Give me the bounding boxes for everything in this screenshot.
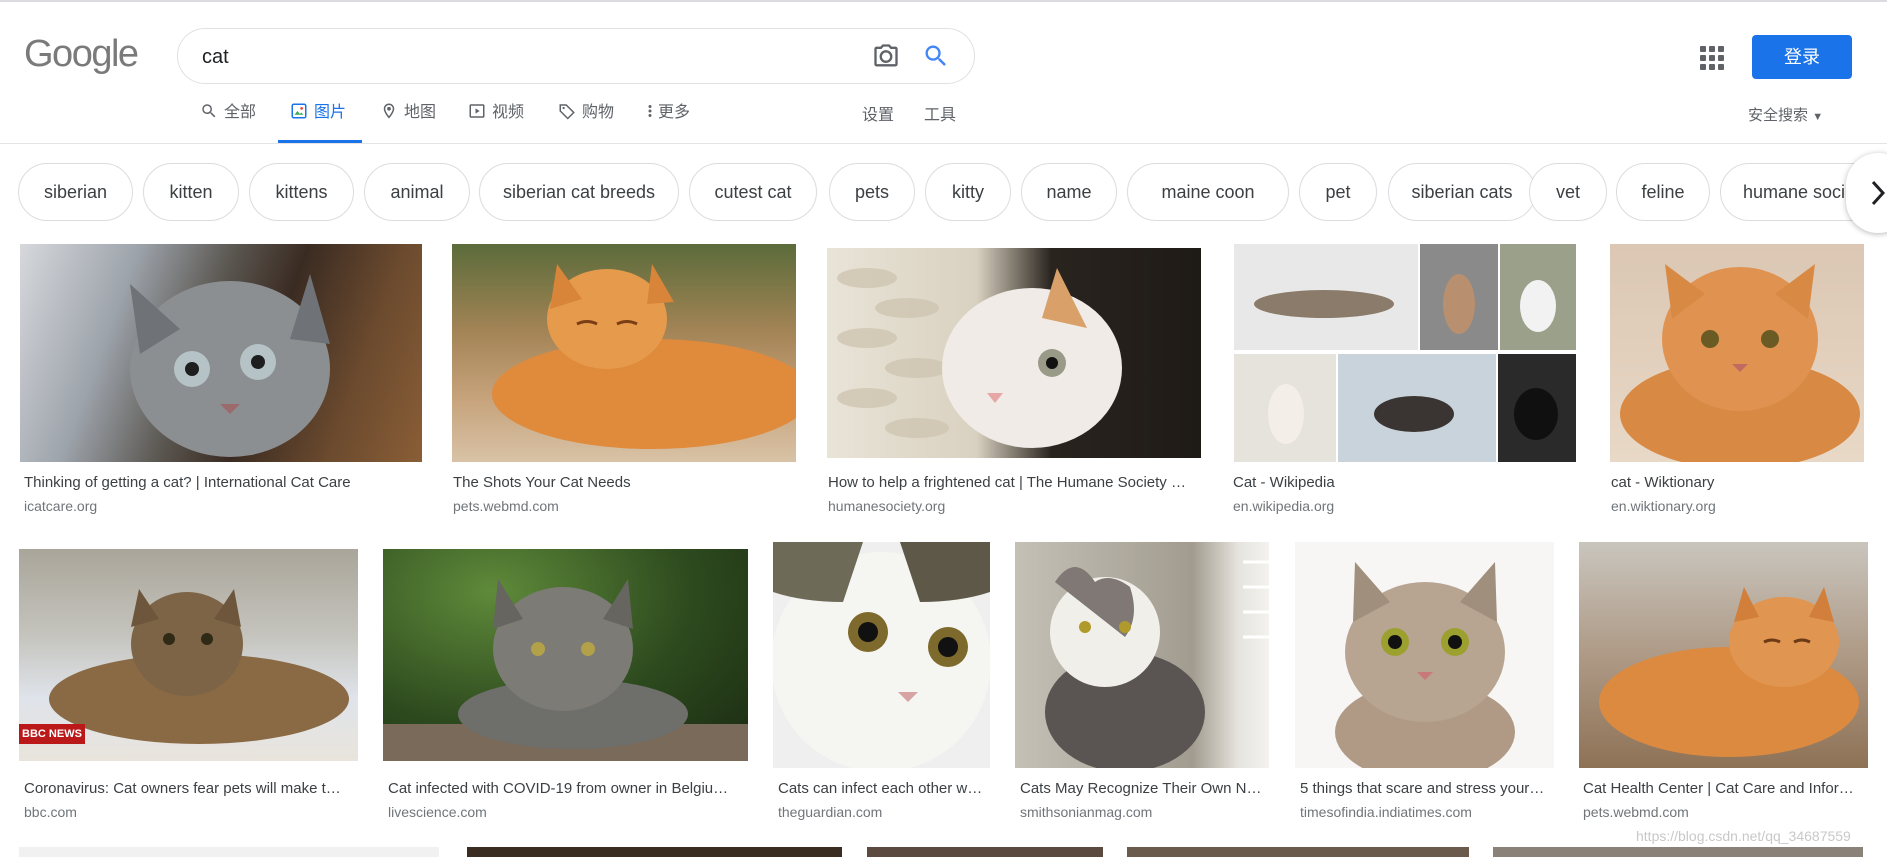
result-thumbnail[interactable] [827,248,1201,458]
result-title[interactable]: Cat Health Center | Cat Care and Infor… [1583,780,1868,797]
cat-image [1620,264,1860,462]
search-input[interactable] [202,43,822,71]
bbc-news-badge: BBC NEWS [19,724,85,744]
result-title[interactable]: Cats May Recognize Their Own N… [1020,780,1270,797]
result-thumbnail[interactable] [773,542,990,768]
tab-maps[interactable]: 地图 [380,101,436,143]
partial-thumbnail[interactable] [1127,847,1469,857]
video-icon [469,104,485,118]
cat-image [492,264,796,449]
result-title[interactable]: How to help a frightened cat | The Human… [828,474,1198,491]
result-source[interactable]: bbc.com [24,804,352,820]
tab-all[interactable]: 全部 [200,101,256,143]
chips-next-button[interactable] [1846,153,1887,233]
result-title[interactable]: Cat - Wikipedia [1233,474,1573,491]
result-thumbnail[interactable] [383,549,748,761]
active-tab-indicator [278,140,363,143]
cat-image [1335,562,1515,768]
result-title[interactable]: Coronavirus: Cat owners fear pets will m… [24,780,352,797]
result-thumbnail[interactable] [1234,244,1576,462]
result-thumbnail[interactable] [452,244,796,462]
more-vert-icon [648,105,652,117]
chip[interactable]: feline [1616,163,1710,221]
related-chips: siberian kitten kittens animal siberian … [18,163,1887,223]
result-title[interactable]: Thinking of getting a cat? | Internation… [24,474,424,491]
result-title[interactable]: 5 things that scare and stress your… [1300,780,1552,797]
result-source[interactable]: theguardian.com [778,804,990,820]
cat-image [773,542,990,768]
settings-link[interactable]: 设置 [862,101,894,125]
chip[interactable]: siberian [18,163,133,221]
partial-thumbnail[interactable] [19,847,439,857]
tag-icon [559,104,575,120]
chip[interactable]: animal [364,163,470,221]
result-title[interactable]: Cats can infect each other w… [778,780,990,797]
chevron-right-icon [1871,180,1886,206]
chip[interactable]: vet [1529,163,1607,221]
chip[interactable]: kittens [249,163,354,221]
chip[interactable]: kitten [143,163,239,221]
chip[interactable]: kitty [925,163,1011,221]
chip[interactable]: name [1021,163,1117,221]
result-source[interactable]: pets.webmd.com [453,498,793,514]
result-source[interactable]: en.wikipedia.org [1233,498,1573,514]
result-title[interactable]: The Shots Your Cat Needs [453,474,793,491]
tab-videos[interactable]: 视频 [468,101,524,143]
result-thumbnail[interactable] [1579,542,1868,768]
header: Google 全部 图片 地图 视频 购物 更多 设置 工具 登录 安全搜索 ▼ [0,0,1887,144]
cat-image [1045,560,1269,768]
search-icon [202,104,216,118]
search-box [177,28,975,84]
result-source[interactable]: livescience.com [388,804,748,820]
caret-down-icon: ▼ [1812,111,1824,123]
chip[interactable]: cutest cat [689,163,817,221]
result-source[interactable]: icatcare.org [24,498,424,514]
google-logo[interactable]: Google [24,32,139,76]
safe-search-dropdown[interactable]: 安全搜索 ▼ [1748,104,1823,125]
chip[interactable]: pets [829,163,915,221]
cat-image [383,579,748,761]
result-source[interactable]: humanesociety.org [828,498,1198,514]
watermark: https://blog.csdn.net/qq_34687559 [1636,828,1851,844]
camera-icon[interactable] [872,42,900,70]
cat-image [130,274,330,457]
tab-images[interactable]: 图片 [278,101,363,143]
result-thumbnail[interactable] [1295,542,1554,768]
tab-shopping[interactable]: 购物 [558,101,614,143]
tab-more[interactable]: 更多 [646,101,690,143]
chip[interactable]: maine coon [1127,163,1289,221]
result-source[interactable]: pets.webmd.com [1583,804,1868,820]
partial-thumbnail[interactable] [867,847,1103,857]
apps-grid-icon[interactable] [1700,46,1724,70]
partial-thumbnail[interactable] [1493,847,1863,857]
search-icon[interactable] [922,42,950,70]
result-source[interactable]: en.wiktionary.org [1611,498,1866,514]
map-pin-icon [383,103,395,119]
result-thumbnail[interactable] [1015,542,1269,768]
result-title[interactable]: Cat infected with COVID-19 from owner in… [388,780,748,797]
chip[interactable]: siberian cat breeds [479,163,679,221]
login-button[interactable]: 登录 [1752,35,1852,79]
result-source[interactable]: timesofindia.indiatimes.com [1300,804,1552,820]
chip[interactable]: pet [1299,163,1377,221]
cat-collage-image [1234,244,1576,462]
image-icon [291,103,307,119]
result-thumbnail[interactable] [20,244,422,462]
cat-image [837,268,1122,448]
chip[interactable]: siberian cats [1388,163,1536,221]
cat-image [1599,587,1859,757]
partial-thumbnail[interactable] [467,847,842,857]
result-title[interactable]: cat - Wiktionary [1611,474,1866,491]
result-source[interactable]: smithsonianmag.com [1020,804,1270,820]
result-thumbnail[interactable]: BBC NEWS [19,549,358,761]
tools-link[interactable]: 工具 [924,101,956,125]
result-thumbnail[interactable] [1610,244,1864,462]
